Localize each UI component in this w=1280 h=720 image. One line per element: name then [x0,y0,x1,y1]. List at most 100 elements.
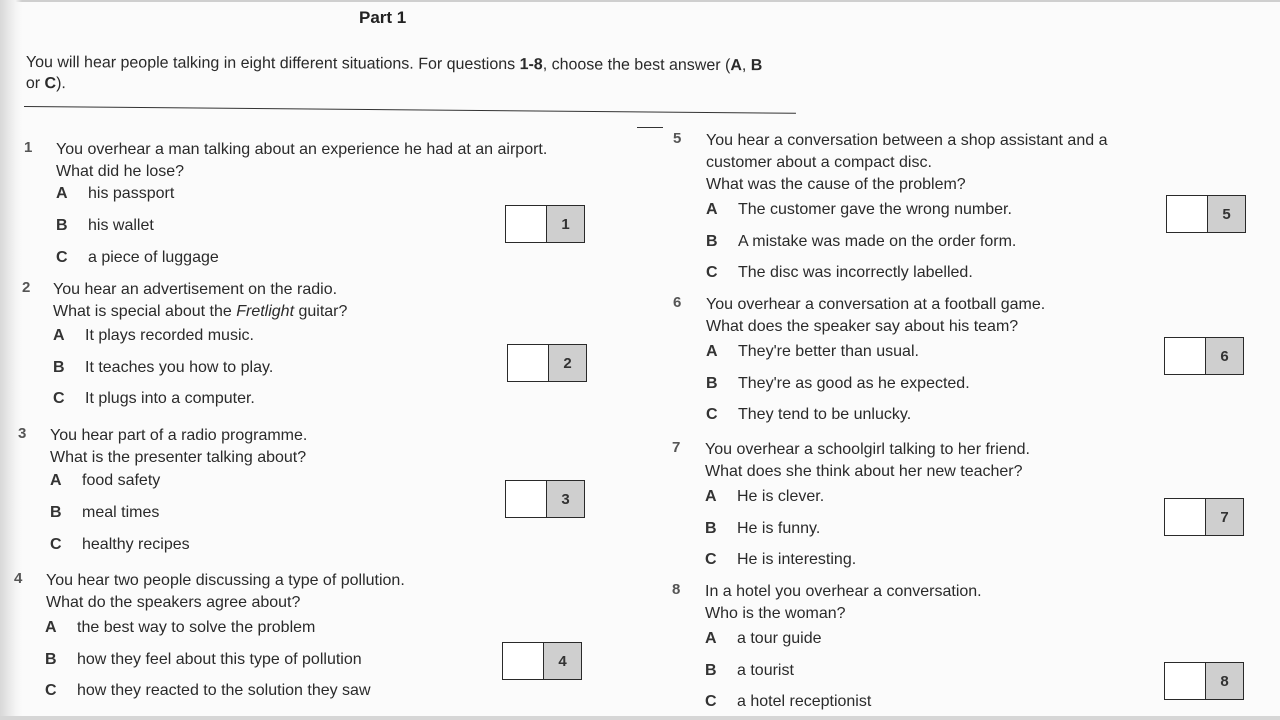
question-number: 3 [18,425,27,442]
answer-input[interactable] [506,206,547,242]
instructions-option-a: A [730,57,742,75]
answer-input[interactable] [1165,499,1206,535]
question-prompt: You overhear a man talking about an expe… [56,139,547,183]
option-c[interactable]: Ca piece of luggage [56,249,219,267]
question-number: 6 [673,294,682,311]
option-letter: C [705,693,717,710]
answer-input[interactable] [1165,338,1206,374]
option-text: They're as good as he expected. [738,375,970,392]
question-prompt: You hear part of a radio programme. What… [50,425,307,469]
page-top-edge [0,0,1280,2]
question-prompt: You hear a conversation between a shop a… [706,130,1107,196]
question-line-text: guitar? [294,303,348,320]
answer-box-label: 5 [1208,196,1245,232]
question-line: Who is the woman? [705,605,846,622]
option-text: healthy recipes [82,536,190,553]
option-text: They're better than usual. [738,343,919,360]
option-b[interactable]: Bhis wallet [56,217,154,235]
option-letter: B [50,504,62,521]
instructions-separator: or [25,74,45,93]
option-letter: A [705,488,717,505]
option-a[interactable]: Afood safety [50,472,160,490]
option-letter: C [56,249,68,266]
question-line: What does the speaker say about his team… [706,318,1019,335]
answer-input[interactable] [508,345,549,381]
answer-box-label: 2 [549,345,586,381]
option-a[interactable]: A The customer gave the wrong number. [706,201,1012,219]
answer-input[interactable] [1167,196,1208,232]
question-number: 5 [673,130,682,147]
option-letter: A [706,201,718,218]
option-text: his passport [88,185,175,202]
option-a[interactable]: Ahis passport [56,185,174,203]
question-line: What does she think about her new teache… [705,463,1023,480]
option-c[interactable]: C They tend to be unlucky. [706,406,911,424]
instructions-text: You will hear people talking in eight di… [25,53,520,74]
option-text: The customer gave the wrong number. [738,201,1012,218]
option-letter: B [56,217,68,234]
option-a[interactable]: Athe best way to solve the problem [45,619,315,637]
answer-box-6: 6 [1164,337,1244,375]
option-a[interactable]: A They're better than usual. [706,343,919,361]
answer-box-1: 1 [505,205,585,243]
option-b[interactable]: B They're as good as he expected. [706,375,970,393]
page-title: Part 1 [359,8,407,27]
option-letter: A [45,619,57,636]
answer-box-5: 5 [1166,195,1246,233]
question-line: What was the cause of the problem? [706,176,966,193]
option-b[interactable]: Bhow they feel about this type of pollut… [45,651,362,669]
answer-box-2: 2 [507,344,587,382]
option-c[interactable]: Chow they reacted to the solution they s… [45,682,371,700]
answer-input[interactable] [506,481,547,517]
question-line: You hear part of a radio programme. [50,427,308,444]
option-c[interactable]: Chealthy recipes [50,536,190,554]
question-number: 8 [672,581,681,598]
instructions-option-c: C [44,75,57,93]
option-b[interactable]: B A mistake was made on the order form. [706,233,1016,251]
question-line: customer about a compact disc. [706,154,932,171]
option-c[interactable]: C He is interesting. [705,551,856,569]
option-letter: C [705,551,717,568]
question-line: You overhear a conversation at a footbal… [706,296,1046,313]
answer-box-label: 8 [1206,663,1243,699]
option-c[interactable]: C The disc was incorrectly labelled. [706,264,973,282]
option-text: The disc was incorrectly labelled. [738,264,973,281]
option-b[interactable]: Ba tourist [705,662,794,680]
option-a[interactable]: A He is clever. [705,488,824,506]
option-text: meal times [82,504,160,521]
option-text: the best way to solve the problem [77,619,316,636]
option-text: He is funny. [737,520,821,537]
option-text: He is clever. [737,488,825,505]
answer-box-3: 3 [505,480,585,518]
option-letter: B [705,662,717,679]
answer-box-label: 6 [1206,338,1243,374]
option-letter: C [706,406,718,423]
option-letter: B [705,520,717,537]
question-line: What is special about the Fretlight guit… [53,301,347,323]
option-b[interactable]: Bmeal times [50,504,159,522]
question-number: 7 [672,439,681,456]
option-letter: C [45,682,57,699]
option-text: his wallet [88,217,154,234]
option-b[interactable]: B It teaches you how to play. [53,359,273,377]
option-text: food safety [82,472,161,489]
answer-box-4: 4 [502,642,582,680]
page-binding-shadow [0,0,22,720]
instructions-text: , choose the best answer ( [542,56,731,75]
option-c[interactable]: C It plugs into a computer. [53,390,255,408]
option-a[interactable]: A It plays recorded music. [53,327,254,345]
question-line: You hear an advertisement on the radio. [53,281,338,298]
question-line: What is the presenter talking about? [50,449,307,466]
option-text: a hotel receptionist [737,693,872,710]
option-letter: A [705,630,717,647]
answer-input[interactable] [1165,663,1206,699]
question-line: You overhear a schoolgirl talking to her… [705,441,1030,458]
option-letter: A [706,343,718,360]
option-b[interactable]: B He is funny. [705,520,820,538]
answer-input[interactable] [503,643,544,679]
question-number: 4 [14,570,23,587]
instructions: You will hear people talking in eight di… [26,52,766,97]
option-a[interactable]: Aa tour guide [705,630,822,648]
option-text: a tour guide [737,630,822,647]
option-c[interactable]: Ca hotel receptionist [705,693,871,711]
